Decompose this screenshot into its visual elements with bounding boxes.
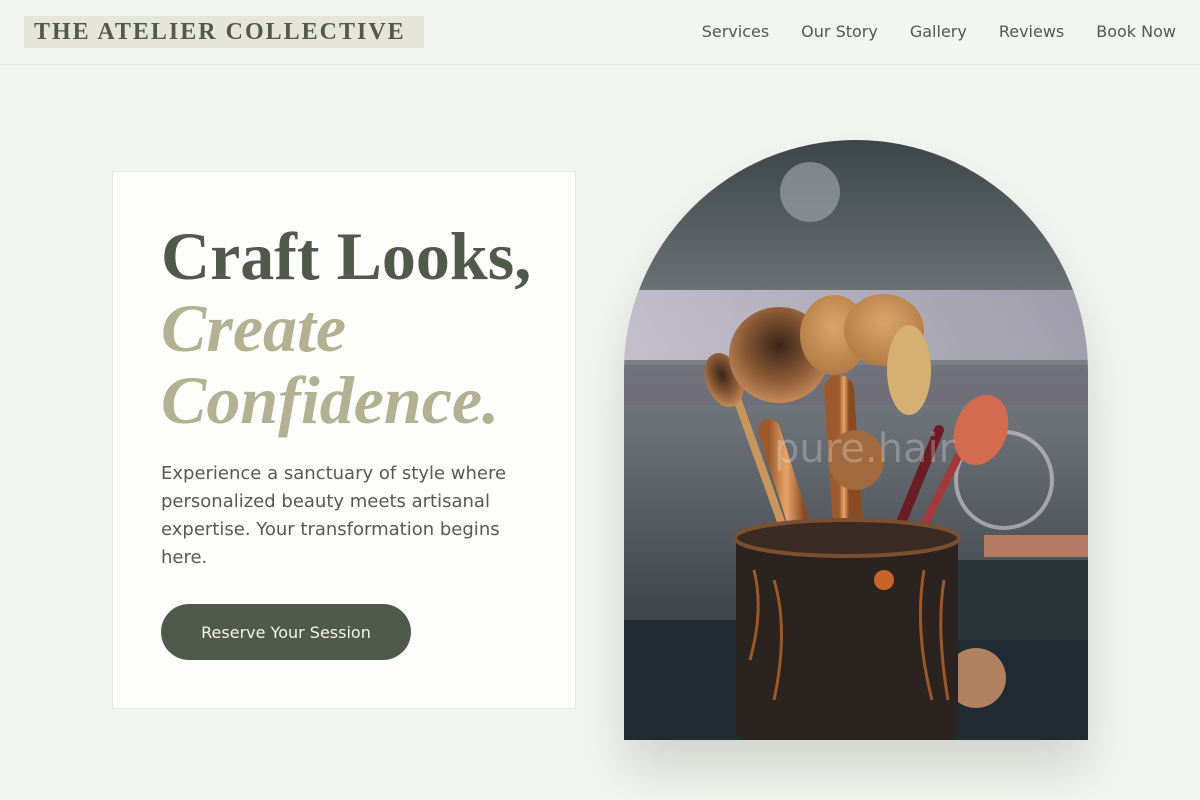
hero-image-makeup-brushes: pure.hair bbox=[624, 140, 1088, 740]
hero-headline: Craft Looks, Create Confidence. bbox=[161, 220, 561, 436]
hero-description: Experience a sanctuary of style where pe… bbox=[161, 463, 507, 568]
headline-line-1: Craft Looks, bbox=[161, 218, 532, 294]
headline-line-3: Confidence. bbox=[161, 362, 500, 438]
reserve-session-button[interactable]: Reserve Your Session bbox=[161, 604, 411, 660]
headline-line-2: Create bbox=[161, 290, 347, 366]
brand-logo[interactable]: THE ATELIER COLLECTIVE bbox=[24, 16, 424, 48]
top-nav-bar: THE ATELIER COLLECTIVE Services Our Stor… bbox=[0, 0, 1200, 65]
nav-reviews-link[interactable]: Reviews bbox=[999, 20, 1064, 44]
nav-services-link[interactable]: Services bbox=[702, 20, 769, 44]
hero-card: Craft Looks, Create Confidence. Experien… bbox=[112, 171, 576, 709]
nav-gallery-link[interactable]: Gallery bbox=[910, 20, 967, 44]
main-nav: Services Our Story Gallery Reviews Book … bbox=[702, 20, 1176, 44]
image-watermark: pure.hair bbox=[774, 426, 956, 472]
brush-illustration: pure.hair bbox=[624, 140, 1088, 740]
nav-our-story-link[interactable]: Our Story bbox=[801, 20, 878, 44]
nav-book-now-link[interactable]: Book Now bbox=[1096, 20, 1176, 44]
